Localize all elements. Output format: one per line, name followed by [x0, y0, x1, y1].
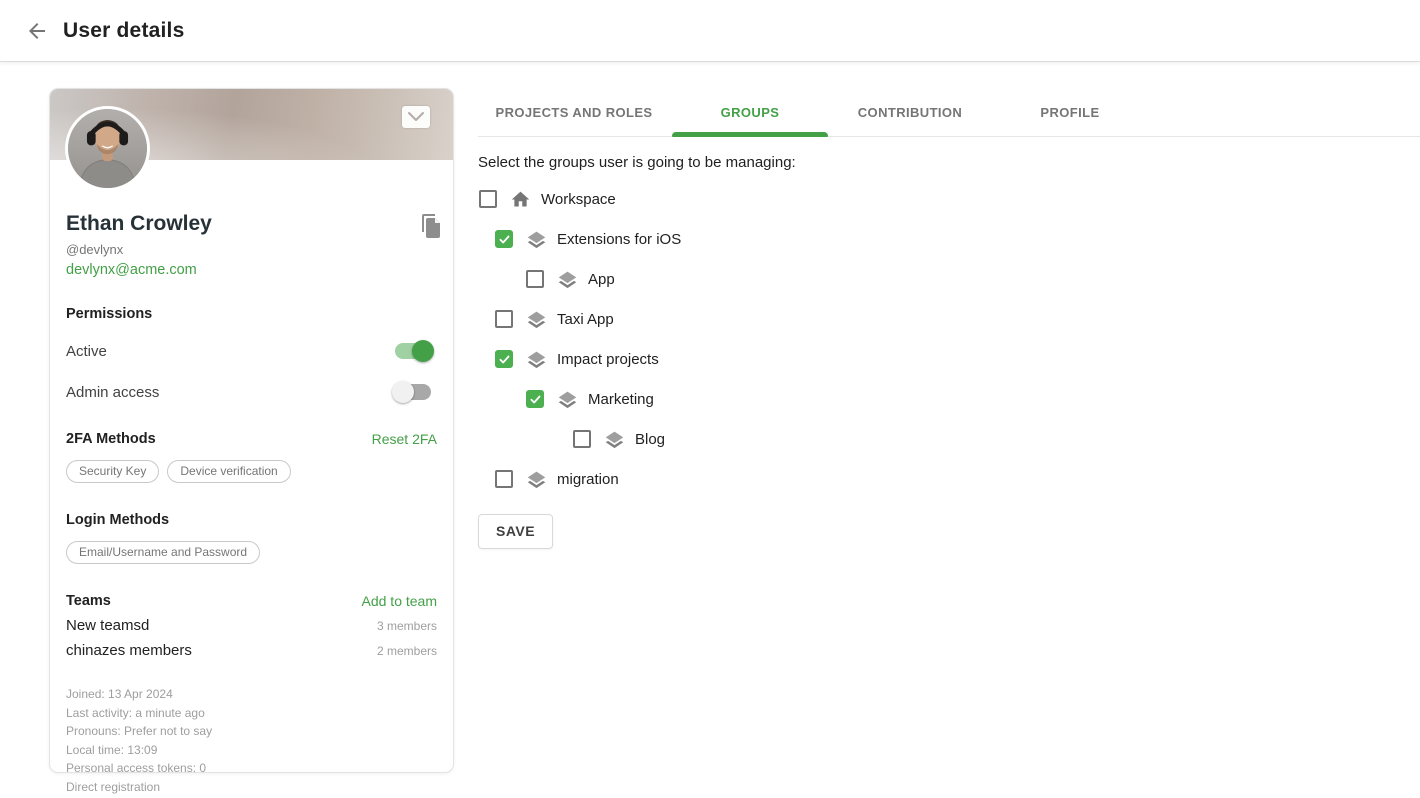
group-checkbox[interactable] — [526, 270, 544, 288]
tab-label: PROFILE — [1040, 105, 1099, 120]
twofa-chips: Security Key Device verification — [66, 460, 437, 483]
layers-icon — [557, 389, 578, 410]
admin-access-toggle[interactable] — [395, 384, 431, 400]
group-label: Blog — [635, 431, 665, 448]
save-button[interactable]: SAVE — [478, 514, 553, 549]
group-label: migration — [557, 471, 619, 488]
meta-last-activity: Last activity: a minute ago — [66, 704, 437, 723]
meta-joined: Joined: 13 Apr 2024 — [66, 685, 437, 704]
twofa-heading: 2FA Methods — [66, 431, 156, 447]
user-name: Ethan Crowley — [66, 212, 437, 236]
toggle-label: Active — [66, 343, 107, 360]
team-row: chinazes members 2 members — [66, 642, 437, 659]
tab-bar: PROJECTS AND ROLES GROUPS CONTRIBUTION P… — [478, 88, 1420, 137]
group-label: App — [588, 271, 615, 288]
toggle-row-active: Active — [66, 339, 437, 363]
group-label: Marketing — [588, 391, 654, 408]
user-email-link[interactable]: devlynx@acme.com — [66, 262, 197, 278]
team-members-count: 2 members — [377, 644, 437, 658]
tree-item-impact-projects: Impact projects — [478, 339, 1420, 379]
group-label: Taxi App — [557, 311, 614, 328]
tree-item-migration: migration — [478, 459, 1420, 499]
group-checkbox[interactable] — [479, 190, 497, 208]
tab-profile[interactable]: PROFILE — [990, 88, 1150, 136]
group-label: Impact projects — [557, 351, 659, 368]
reset-2fa-link[interactable]: Reset 2FA — [372, 431, 437, 447]
toggle-label: Admin access — [66, 384, 159, 401]
login-chip: Email/Username and Password — [66, 541, 260, 564]
tree-item-workspace: Workspace — [478, 179, 1420, 219]
layers-icon — [526, 229, 547, 250]
group-checkbox[interactable] — [495, 470, 513, 488]
tab-groups[interactable]: GROUPS — [670, 88, 830, 136]
tree-item-app: App — [478, 259, 1420, 299]
team-name: New teamsd — [66, 617, 149, 634]
team-row: New teamsd 3 members — [66, 617, 437, 634]
user-handle: @devlynx — [66, 242, 437, 257]
tab-label: PROJECTS AND ROLES — [496, 105, 653, 120]
meta-local-time: Local time: 13:09 — [66, 741, 437, 760]
groups-tree: Workspace Extensions for iOS App — [478, 179, 1420, 499]
active-toggle[interactable] — [395, 343, 431, 359]
login-chips: Email/Username and Password — [66, 541, 437, 564]
group-checkbox[interactable] — [495, 350, 513, 368]
user-details-panel: PROJECTS AND ROLES GROUPS CONTRIBUTION P… — [478, 88, 1420, 549]
tab-label: GROUPS — [721, 105, 780, 120]
user-metadata: Joined: 13 Apr 2024 Last activity: a min… — [66, 685, 437, 796]
group-checkbox[interactable] — [495, 310, 513, 328]
twofa-chip: Security Key — [66, 460, 159, 483]
layers-icon — [526, 469, 547, 490]
add-to-team-link[interactable]: Add to team — [362, 593, 438, 609]
team-members-count: 3 members — [377, 619, 437, 633]
page-title: User details — [63, 19, 184, 43]
permissions-heading: Permissions — [66, 306, 437, 322]
team-name: chinazes members — [66, 642, 192, 659]
layers-icon — [557, 269, 578, 290]
page-header: User details — [0, 0, 1420, 62]
tree-item-marketing: Marketing — [478, 379, 1420, 419]
copy-icon[interactable] — [419, 212, 443, 240]
back-arrow-icon[interactable] — [25, 19, 49, 43]
tab-contribution[interactable]: CONTRIBUTION — [830, 88, 990, 136]
twofa-chip: Device verification — [167, 460, 290, 483]
layers-icon — [526, 349, 547, 370]
home-icon — [510, 189, 531, 210]
teams-heading: Teams — [66, 593, 111, 609]
group-label: Extensions for iOS — [557, 231, 681, 248]
tree-item-blog: Blog — [478, 419, 1420, 459]
toggle-row-admin: Admin access — [66, 380, 437, 404]
tab-label: CONTRIBUTION — [858, 105, 962, 120]
tree-item-extensions-for-ios: Extensions for iOS — [478, 219, 1420, 259]
groups-instruction: Select the groups user is going to be ma… — [478, 154, 1420, 171]
user-profile-card: Ethan Crowley @devlynx devlynx@acme.com … — [49, 88, 454, 773]
tree-item-taxi-app: Taxi App — [478, 299, 1420, 339]
group-checkbox[interactable] — [573, 430, 591, 448]
group-checkbox[interactable] — [526, 390, 544, 408]
group-checkbox[interactable] — [495, 230, 513, 248]
meta-registration: Direct registration — [66, 778, 437, 797]
login-methods-heading: Login Methods — [66, 512, 437, 528]
meta-access-tokens: Personal access tokens: 0 — [66, 759, 437, 778]
layers-icon — [604, 429, 625, 450]
layers-icon — [526, 309, 547, 330]
tab-projects-and-roles[interactable]: PROJECTS AND ROLES — [478, 88, 670, 136]
avatar — [65, 106, 150, 191]
group-label: Workspace — [541, 191, 616, 208]
meta-pronouns: Pronouns: Prefer not to say — [66, 722, 437, 741]
mail-icon[interactable] — [402, 106, 430, 128]
